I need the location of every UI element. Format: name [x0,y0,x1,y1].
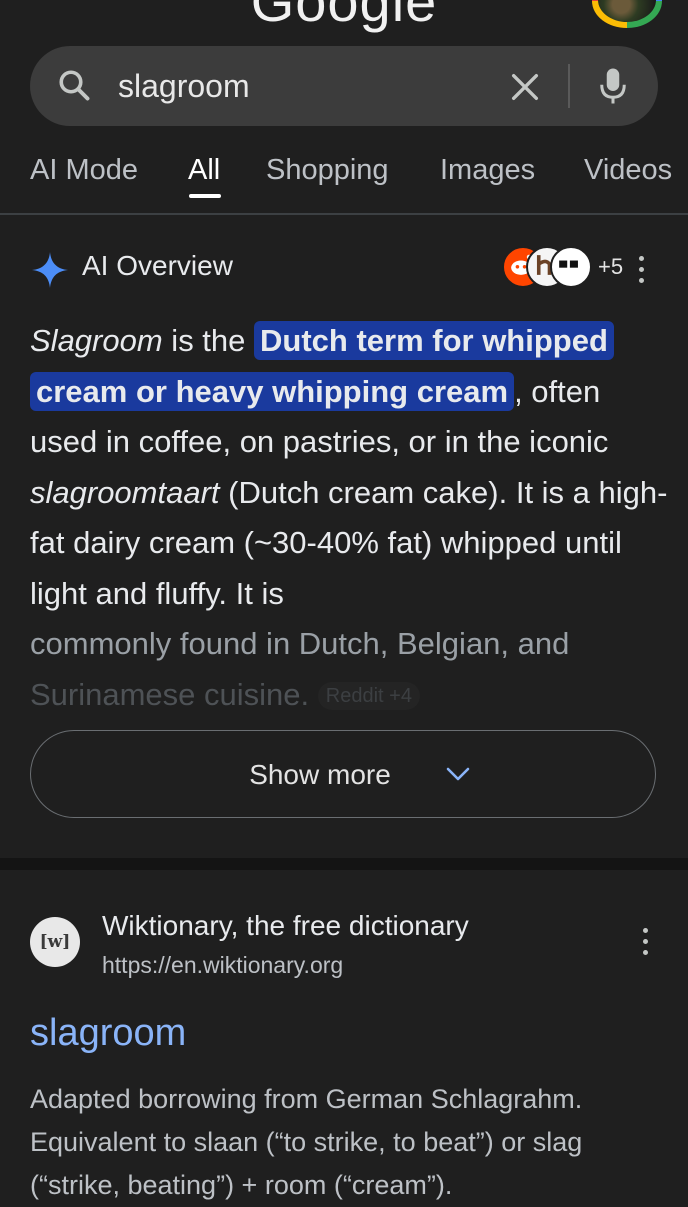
search-input[interactable]: slagroom [118,68,250,105]
result-site-name[interactable]: Wiktionary, the free dictionary [102,910,469,942]
highlight-2: cream or heavy whipping cream [30,371,515,411]
search-icon[interactable] [56,67,92,103]
tab-shopping[interactable]: Shopping [266,154,389,187]
search-divider [568,64,570,108]
show-more-label: Show more [249,759,391,790]
source-count[interactable]: +5 [598,254,623,280]
wiktionary-favicon[interactable]: [w] [30,917,80,967]
google-logo[interactable]: Google [0,0,688,30]
result-menu-icon[interactable] [643,928,649,956]
tab-all[interactable]: All [188,154,220,187]
tabs-divider [0,213,688,215]
tab-images[interactable]: Images [440,154,535,187]
ai-spark-icon [32,252,68,288]
source-chip[interactable]: Reddit +4 [317,682,420,711]
search-bar[interactable]: slagroom [30,46,658,126]
avatar-image [598,0,656,22]
result-url[interactable]: https://en.wiktionary.org [102,952,343,979]
mic-icon[interactable] [598,66,628,106]
tab-ai-mode[interactable]: AI Mode [30,154,138,187]
ai-overview-title: AI Overview [82,250,233,281]
ai-overview-header: AI Overview +5 [30,244,658,294]
section-divider [0,858,688,870]
clear-icon[interactable] [508,70,542,104]
ai-overview-menu-icon[interactable] [639,256,645,284]
chevron-down-icon [446,767,470,781]
ai-overview-text: Slagroom is the Dutch term for whipped cr… [30,321,668,712]
ai-sources[interactable]: +5 [472,244,642,288]
result-snippet: Adapted borrowing from German Schlagrahm… [30,1084,583,1200]
active-tab-indicator [189,194,221,198]
term: Slagroom [30,323,163,358]
result-title-link[interactable]: slagroom [30,1012,186,1055]
highlight-1: Dutch term for whipped [254,321,614,360]
source-icon-3 [550,246,592,288]
tab-videos[interactable]: Videos [584,154,672,187]
show-more-button[interactable]: Show more [30,730,656,818]
search-tabs: AI Mode All Shopping Images Videos [0,150,688,210]
term-2: slagroomtaart [30,474,220,510]
